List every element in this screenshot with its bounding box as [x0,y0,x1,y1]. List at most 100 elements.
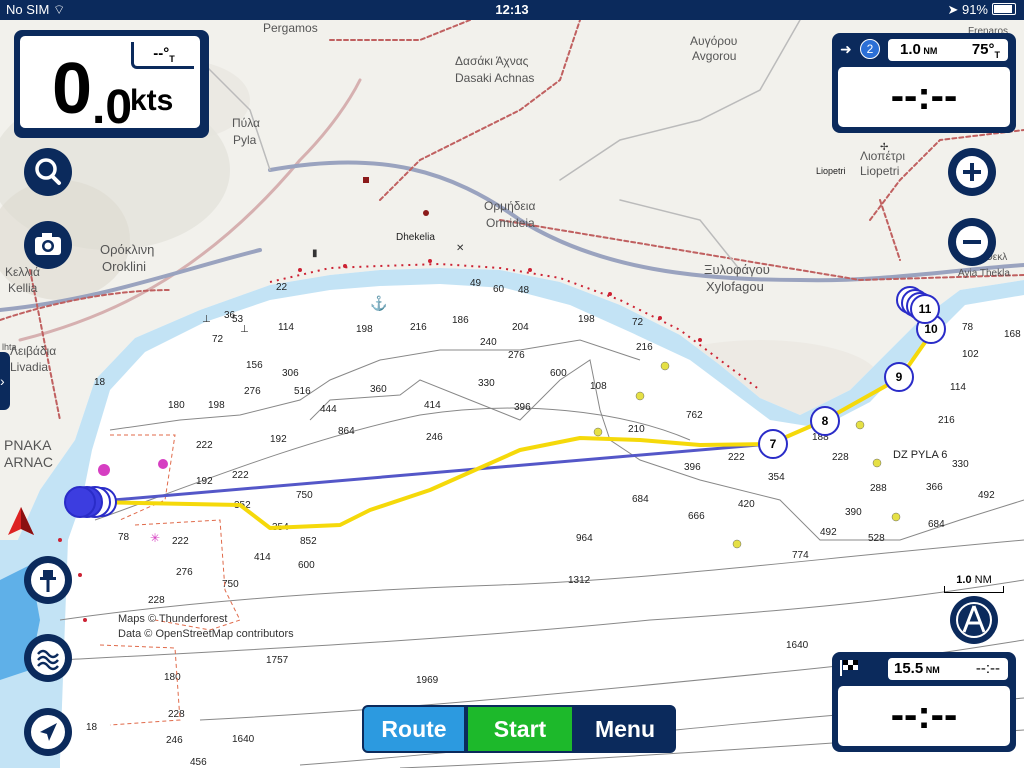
depth-sounding: 246 [426,432,443,443]
label-xylofagou-en: Xylofagou [706,279,764,294]
depth-sounding: 60 [493,284,505,295]
waypoint-9[interactable]: 9 [884,362,914,392]
label-ayia-thekla: Ayia Thekla [958,268,1010,279]
next-waypoint-panel[interactable]: ➜ 2 1.0 NM 75°T --:-- [832,33,1016,133]
depth-sounding: 222 [172,536,189,547]
depth-sounding: 180 [168,400,185,411]
clock: 12:13 [495,2,529,17]
depth-sounding: 228 [168,709,185,720]
north-arrow-icon [8,507,34,535]
orientation-mode-button[interactable] [950,596,998,644]
speed-value: 0 [52,49,92,129]
search-button[interactable] [24,148,72,196]
start-button[interactable]: Start [466,705,574,753]
waypoint-label: 8 [822,414,829,428]
depth-sounding: 222 [728,452,745,463]
navigation-arrow-icon [31,715,65,749]
route-button[interactable]: Route [362,705,466,753]
side-panel-handle[interactable]: › [0,352,10,410]
depth-sounding: 78 [962,322,974,333]
label-pyla-en: Pyla [233,133,257,147]
speed-panel[interactable]: 0 .0 kts --°T [14,30,209,138]
scale-bar: 1.0 NM [944,574,1004,593]
depth-sounding: 22 [276,282,288,293]
depth-sounding: 78 [118,532,130,543]
svg-text:▮: ▮ [312,248,318,259]
zoom-in-button[interactable] [948,148,996,196]
tides-button[interactable] [24,634,72,682]
obstruction-icon: ✳ [150,531,160,545]
depth-sounding: 192 [196,476,213,487]
waypoint-7[interactable]: 7 [758,429,788,459]
depth-sounding: 414 [424,400,441,411]
heading-readout: --°T [131,42,194,69]
depth-sounding: 222 [196,440,213,451]
waypoint-label: 10 [924,322,938,336]
depth-sounding: 762 [686,410,703,421]
label-avgorou-en: Avgorou [692,49,736,63]
depth-sounding: 186 [452,315,469,326]
waypoint-number-badge: 2 [860,39,880,59]
depth-sounding: 18 [94,377,106,388]
depth-sounding: 276 [508,350,525,361]
nav-eta-readout: --:-- [838,67,1010,127]
depth-sounding: 396 [514,402,531,413]
pin-icon [31,563,65,597]
camera-button[interactable] [24,221,72,269]
label-pergamos: Pergamos [263,21,318,35]
depth-sounding: 102 [962,349,979,360]
bottom-toolbar: Route Start Menu [362,705,676,753]
label-dhekelia: Dhekelia [396,232,435,243]
depth-sounding: 390 [845,507,862,518]
depth-sounding: 228 [148,595,165,606]
locate-button[interactable] [24,708,72,756]
depth-sounding: 306 [282,368,299,379]
label-liopetri-small: Liopetri [816,166,846,176]
depth-sounding: 216 [636,342,653,353]
depth-sounding: 180 [164,672,181,683]
depth-sounding: 168 [1004,329,1021,340]
depth-sounding: 276 [176,567,193,578]
destination-eta-readout: --:-- [838,686,1010,746]
depth-sounding: 864 [338,426,355,437]
drop-pin-button[interactable] [24,556,72,604]
waypoint-label: 7 [770,437,777,451]
label-pyla-gr: Πύλα [232,116,260,130]
depth-sounding: 48 [518,285,530,296]
label-dz-pyla: DZ PYLA 6 [893,449,947,461]
svg-text:⊥: ⊥ [202,314,211,325]
label-ormideia-en: Ormideia [486,216,535,230]
waypoint-label: 9 [896,370,903,384]
destination-panel[interactable]: 15.5 NM --:-- --:-- [832,652,1016,752]
depth-sounding: 492 [820,527,837,538]
waves-icon [31,641,65,675]
map-attribution: Maps © Thunderforest Data © OpenStreetMa… [118,613,294,640]
label-dasaki-gr: Δασάκι Άχνας [455,54,529,68]
speed-unit: kts [130,84,174,117]
depth-sounding: 114 [950,382,966,393]
depth-sounding: 492 [978,490,995,501]
depth-sounding: 1757 [266,655,289,666]
menu-button[interactable]: Menu [574,705,676,753]
depth-sounding: 198 [356,324,373,335]
depth-sounding: 192 [270,434,287,445]
depth-sounding: 240 [480,337,497,348]
label-xylofagou-gr: Ξυλοφάγου [704,262,770,277]
waypoint-11[interactable]: 11 [910,294,940,324]
depth-sounding: 222 [232,470,249,481]
depth-sounding: 216 [410,322,427,333]
svg-text:⊥: ⊥ [240,324,249,335]
depth-sounding: 216 [938,415,955,426]
zoom-out-button[interactable] [948,218,996,266]
waypoint-8[interactable]: 8 [810,406,840,436]
checkered-flag-icon [840,660,858,676]
nav-distance-bearing: 1.0 NM 75°T [888,39,1008,61]
depth-sounding: 49 [470,278,482,289]
depth-sounding: 516 [294,386,311,397]
depth-sounding: 330 [952,459,969,470]
arrow-right-icon: ➜ [840,41,852,57]
waypoint-label: 11 [919,302,932,316]
depth-sounding: 444 [320,404,337,415]
camera-icon [35,233,61,255]
depth-sounding: 108 [590,381,607,392]
